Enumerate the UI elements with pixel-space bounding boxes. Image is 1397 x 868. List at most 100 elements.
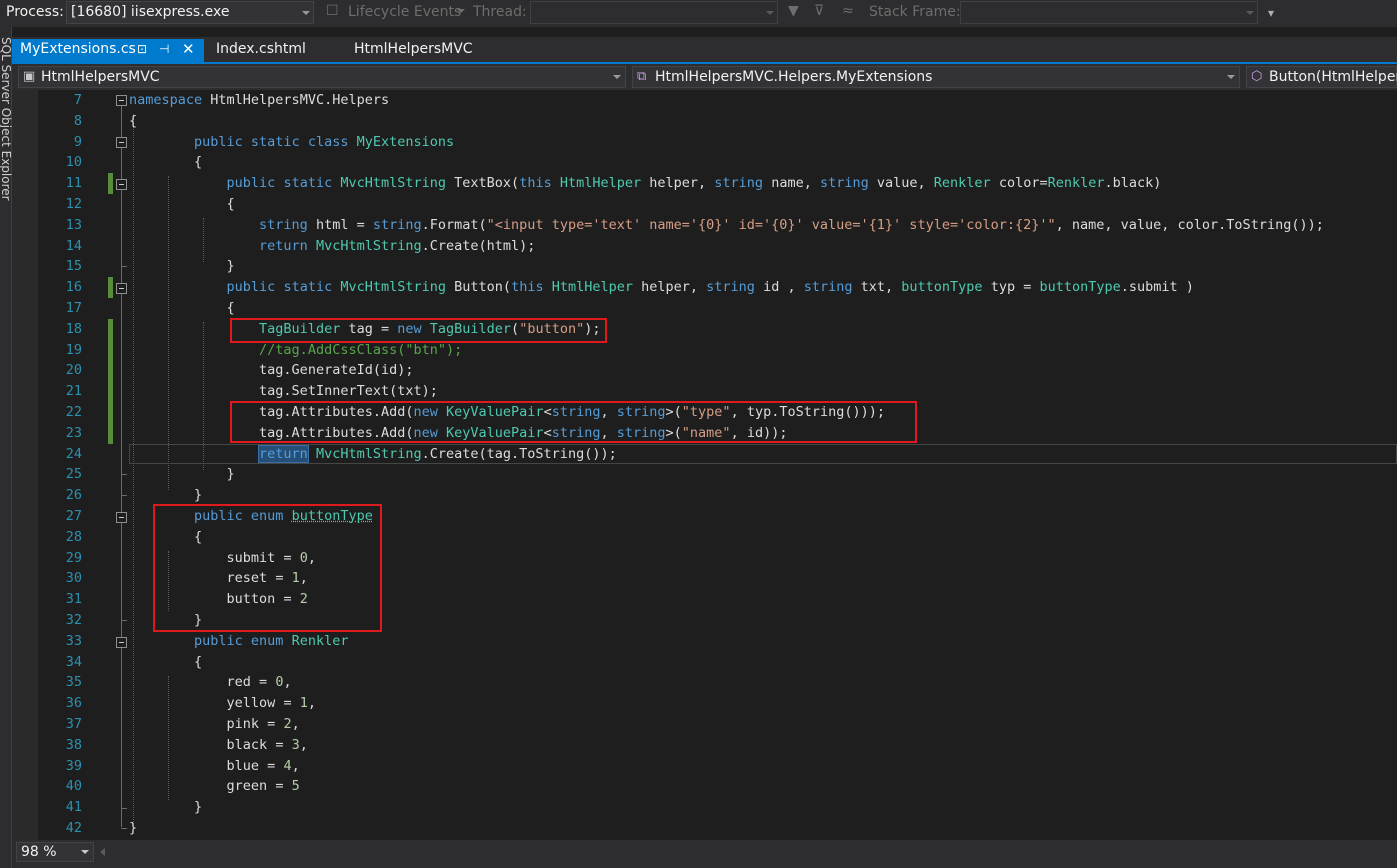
code-text: pink = xyxy=(226,716,284,732)
code-line-10: { xyxy=(129,152,202,173)
comment: //tag.AddCssClass("btn"); xyxy=(259,341,463,358)
code-text: , xyxy=(291,716,300,732)
lifecycle-events-button[interactable]: Lifecycle Events xyxy=(348,4,461,20)
close-icon[interactable]: ✕ xyxy=(182,40,195,58)
code-line-36: yellow = 1, xyxy=(129,693,316,714)
filter-icon[interactable]: ▼ xyxy=(788,3,799,19)
filter-clear-icon[interactable]: ⊽ xyxy=(814,3,824,19)
type-name: HtmlHelper xyxy=(551,279,633,296)
code-line-13: string html = string.Format("<input type… xyxy=(129,215,1324,236)
line-number: 30 xyxy=(65,570,82,587)
collapse-icon[interactable] xyxy=(116,95,127,106)
line-number: 40 xyxy=(65,778,82,795)
code-text: .black) xyxy=(1104,175,1162,192)
code-line-12: { xyxy=(129,194,235,215)
type-dropdown[interactable]: ⧉ HtmlHelpersMVC.Helpers.MyExtensions xyxy=(632,66,1240,88)
collapse-icon[interactable] xyxy=(116,637,127,648)
method-icon: ⬡ xyxy=(1251,69,1263,84)
glyph-margin xyxy=(12,90,38,840)
process-dropdown[interactable]: [16680] iisexpress.exe xyxy=(66,1,314,24)
chevron-down-icon xyxy=(81,850,89,854)
outline-end xyxy=(121,474,127,475)
code-line-14: return MvcHtmlString.Create(html); xyxy=(129,236,535,257)
code-line-7: namespace HtmlHelpersMVC.Helpers xyxy=(129,90,389,111)
member-value: Button(HtmlHelper xyxy=(1269,69,1397,85)
code-editor[interactable]: 7 8 9 10 11 12 13 14 15 16 17 18 19 20 2… xyxy=(12,90,1397,840)
outline-line xyxy=(121,106,122,827)
chevron-down-icon xyxy=(766,11,774,15)
code-text: .Create(tag.ToString()); xyxy=(421,445,617,462)
code-text: , xyxy=(291,757,300,774)
outline-end xyxy=(121,808,127,809)
code-line-34: { xyxy=(129,652,202,673)
collapse-icon[interactable] xyxy=(116,137,127,148)
brace: { xyxy=(129,112,138,129)
code-line-42: } xyxy=(129,818,137,839)
code-text: typ = xyxy=(982,279,1040,296)
toggle-external-icon[interactable]: ≈ xyxy=(842,3,854,19)
change-marker xyxy=(108,173,113,194)
line-number: 18 xyxy=(65,320,82,337)
code-line-9: public static class MyExtensions xyxy=(129,132,454,153)
horizontal-scrollbar[interactable] xyxy=(98,845,1397,859)
scroll-left-icon[interactable] xyxy=(100,848,105,856)
side-tool-strip: SQL Server Object Explorer xyxy=(0,27,13,868)
brace: } xyxy=(194,799,203,816)
keyword: string xyxy=(819,175,869,192)
code-text: id , xyxy=(754,279,804,296)
line-number: 22 xyxy=(65,404,82,420)
debug-toolbar: Process: [16680] iisexpress.exe ☐ Lifecy… xyxy=(0,0,1397,27)
outline-end xyxy=(121,266,127,267)
code-text: .Format( xyxy=(421,216,487,233)
lifecycle-icon: ☐ xyxy=(326,3,339,19)
line-number: 32 xyxy=(65,612,82,628)
type-name: Renkler xyxy=(291,632,349,649)
code-line-38: black = 3, xyxy=(129,735,308,756)
selected-keyword: return xyxy=(258,444,309,463)
pin-icon[interactable]: ⊣ xyxy=(159,42,169,56)
toolbar-overflow-icon[interactable]: ▾ xyxy=(1268,6,1274,20)
tab-label: MyExtensions.cs xyxy=(20,41,136,57)
collapse-icon[interactable] xyxy=(116,512,127,523)
collapse-icon[interactable] xyxy=(116,179,127,190)
code-text: helper, xyxy=(641,175,715,192)
tab-index[interactable]: Index.cshtml xyxy=(208,39,348,62)
keyword: string xyxy=(714,175,764,192)
line-number: 25 xyxy=(65,466,82,483)
code-line-26: } xyxy=(129,485,202,506)
code-text: red = xyxy=(226,674,276,691)
line-number: 17 xyxy=(65,300,82,316)
keyword: string xyxy=(706,279,755,296)
keyword: string xyxy=(259,216,308,233)
line-number: 42 xyxy=(65,820,82,836)
line-number: 33 xyxy=(65,632,82,649)
project-dropdown[interactable]: ▣ HtmlHelpersMVC xyxy=(18,66,626,88)
type-name: MvcHtmlString xyxy=(340,279,447,296)
line-number: 16 xyxy=(65,279,82,296)
line-number: 14 xyxy=(65,237,82,254)
chevron-down-icon xyxy=(613,75,621,79)
keyword: public enum xyxy=(194,632,284,649)
line-number: 28 xyxy=(65,528,82,545)
tab-htmlhelpersmvc[interactable]: HtmlHelpersMVC xyxy=(346,39,496,62)
code-line-37: pink = 2, xyxy=(129,714,300,735)
type-name: MvcHtmlString xyxy=(340,175,447,192)
code-line-25: } xyxy=(129,464,235,485)
member-dropdown[interactable]: ⬡ Button(HtmlHelper xyxy=(1246,66,1397,88)
brace: } xyxy=(194,487,203,504)
annotation-box-attributes xyxy=(230,401,917,443)
collapse-icon[interactable] xyxy=(116,283,127,294)
number-literal: 1 xyxy=(299,695,308,712)
line-number: 12 xyxy=(65,196,82,212)
zoom-dropdown[interactable]: 98 % xyxy=(16,842,94,862)
code-line-8: { xyxy=(129,111,137,132)
tab-myextensions[interactable]: MyExtensions.cs ⊡ ⊣ ✕ xyxy=(12,39,204,62)
thread-dropdown[interactable] xyxy=(530,1,778,24)
code-text: yellow = xyxy=(226,695,300,712)
process-value: [16680] iisexpress.exe xyxy=(71,4,230,20)
stack-frame-dropdown[interactable] xyxy=(960,1,1258,24)
chevron-down-icon xyxy=(457,9,465,13)
code-line-16: public static MvcHtmlString Button(this … xyxy=(129,277,1194,298)
code-text: tag.GenerateId(id); xyxy=(259,362,414,379)
class-icon: ⧉ xyxy=(637,69,647,84)
